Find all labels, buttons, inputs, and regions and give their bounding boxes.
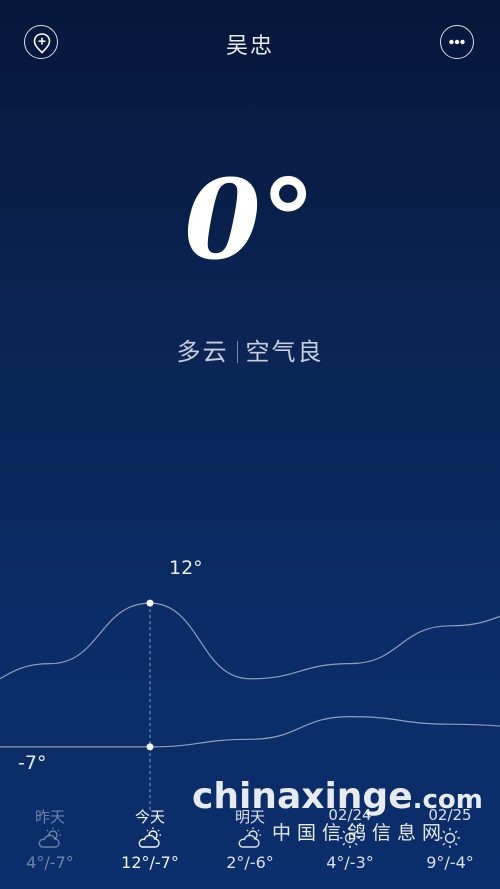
forecast-day[interactable]: 昨天 4°/-7° (0, 806, 100, 872)
forecast-day-label: 昨天 (34, 808, 65, 826)
low-temperature-line (0, 716, 500, 748)
sunny-icon (300, 826, 400, 850)
partly-cloudy-icon (200, 826, 300, 850)
forecast-day[interactable]: 明天 2°/-6° (200, 806, 300, 872)
more-button[interactable] (440, 25, 474, 59)
forecast-range: 12°/-7° (121, 853, 179, 872)
forecast-day-label: 今天 (134, 808, 165, 826)
forecast-day-label: 02/24 (328, 806, 372, 824)
forecast-day-label: 02/25 (428, 806, 472, 824)
forecast-day-label: 明天 (234, 808, 265, 826)
forecast-range: 4°/-7° (26, 853, 74, 872)
forecast-day[interactable]: 今天 12°/-7° (100, 806, 200, 872)
current-conditions: 多云 空气良 (0, 332, 500, 367)
partly-cloudy-icon (100, 826, 200, 850)
temperature-trend-chart (0, 599, 500, 810)
air-quality[interactable]: 空气良 (246, 338, 324, 366)
partly-cloudy-icon (0, 826, 100, 850)
forecast-range: 9°/-4° (426, 853, 474, 872)
forecast-day[interactable]: 02/25 9°/-4° (400, 806, 500, 872)
forecast-day[interactable]: 02/24 4°/-3° (300, 806, 400, 872)
high-temperature-line (0, 602, 500, 680)
forecast-range: 2°/-6° (226, 853, 274, 872)
today-high-point (146, 599, 154, 607)
weather-condition: 多云 (176, 338, 229, 366)
today-low-point (146, 743, 154, 751)
low-temperature-label: -7° (18, 752, 47, 774)
forecast-range: 4°/-3° (326, 853, 374, 872)
more-dots-icon (449, 39, 465, 45)
divider (236, 341, 238, 363)
high-temperature-label: 12° (169, 557, 203, 579)
city-title[interactable]: 吴忠 (0, 28, 500, 60)
current-temperature: 0° (184, 155, 316, 284)
sunny-icon (400, 826, 500, 850)
weather-screen: 吴忠 0° 多云 空气良 12° -7° chinaxinge.com 中国信鸽信… (0, 0, 500, 889)
